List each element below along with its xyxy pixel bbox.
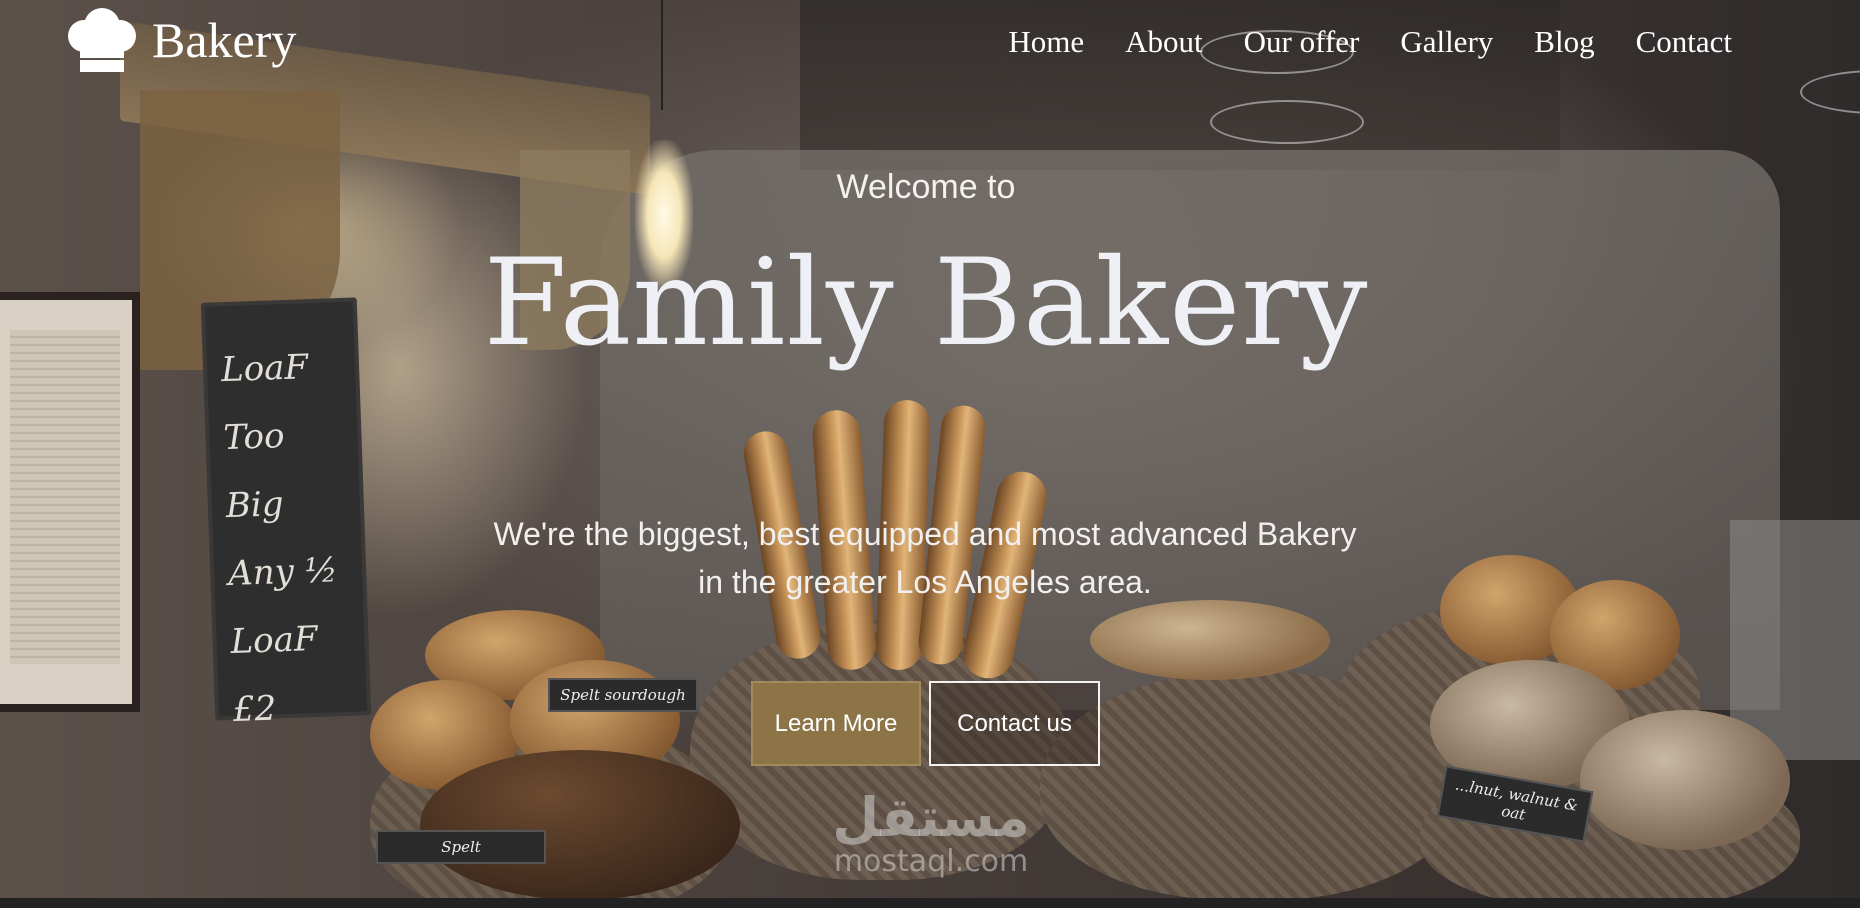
nav-item-gallery[interactable]: Gallery (1400, 24, 1493, 60)
nav-item-about[interactable]: About (1125, 24, 1203, 60)
contact-us-button[interactable]: Contact us (929, 681, 1100, 766)
hero-welcome: Welcome to (836, 168, 1016, 206)
brand-logo[interactable]: Bakery (62, 6, 296, 74)
learn-more-button[interactable]: Learn More (751, 681, 921, 766)
nav-item-our-offer[interactable]: Our offer (1244, 24, 1360, 60)
price-tag: Spelt sourdough (548, 678, 698, 712)
brand-name: Bakery (152, 12, 297, 68)
loaf (420, 750, 740, 898)
bulb-wire (661, 0, 663, 110)
main-nav: Home About Our offer Gallery Blog Contac… (967, 24, 1732, 60)
hero-tagline: We're the biggest, best equipped and mos… (493, 516, 1357, 600)
hero-title: Family Bakery (483, 234, 1369, 373)
chef-hat-icon (68, 8, 136, 72)
nav-item-home[interactable]: Home (1008, 24, 1084, 60)
loaf (1580, 710, 1790, 850)
watermark-arabic: مستقل (832, 786, 1030, 849)
chalk-line: LoaF £2 (229, 618, 319, 730)
loaf (1090, 600, 1330, 680)
watermark: مستقل mostaql.com (816, 790, 1046, 878)
chalk-line: Big (225, 484, 285, 527)
price-tag: Spelt (376, 830, 546, 864)
hanging-lamp (1210, 100, 1364, 144)
chalk-line: Any ½ (227, 550, 339, 595)
watermark-latin: mostaql.com (833, 844, 1029, 879)
nav-item-contact[interactable]: Contact (1636, 24, 1732, 60)
bottom-bar (0, 898, 1860, 908)
nav-item-blog[interactable]: Blog (1534, 24, 1594, 60)
hanging-lamp (1800, 70, 1860, 114)
